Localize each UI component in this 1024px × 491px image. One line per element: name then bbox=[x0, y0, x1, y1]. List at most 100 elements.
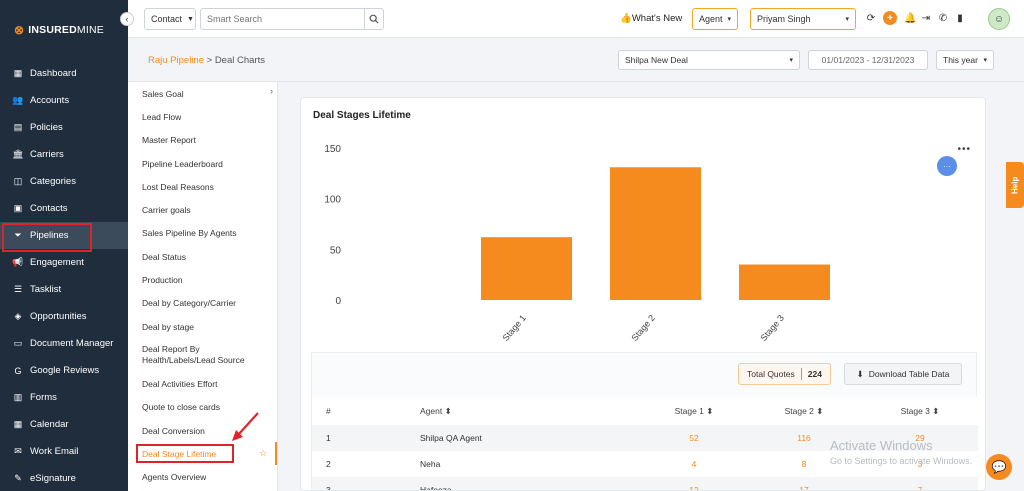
sidebar-item-label: Forms bbox=[30, 392, 57, 403]
col-header-stage2[interactable]: Stage 2 ⬍ bbox=[746, 397, 862, 425]
chevron-left-icon: ‹ bbox=[125, 14, 129, 24]
report-item-deal-stage-lifetime[interactable]: Deal Stage Lifetime ☆ bbox=[128, 442, 277, 466]
sidebar-item-engagement[interactable]: 📢 Engagement bbox=[0, 249, 128, 276]
report-item-label: Agents Overview bbox=[142, 472, 207, 483]
sidebar-item-label: Dashboard bbox=[30, 68, 77, 79]
report-item-sales-pipeline-by-agents[interactable]: Sales Pipeline By Agents bbox=[128, 222, 277, 245]
help-label: Help bbox=[1010, 176, 1020, 194]
logout-icon[interactable]: ⇥ bbox=[921, 13, 931, 24]
report-item-lost-deal-reasons[interactable]: Lost Deal Reasons bbox=[128, 175, 277, 198]
report-item-deal-status[interactable]: Deal Status bbox=[128, 245, 277, 268]
report-item-pipeline-leaderboard[interactable]: Pipeline Leaderboard bbox=[128, 152, 277, 175]
whats-new-label: What's New bbox=[631, 13, 683, 24]
contact-type-value: Contact bbox=[151, 14, 183, 24]
sidebar: ⊗ INSURED MINE ▦ Dashboard 👥 Accounts ▤ Polic… bbox=[0, 0, 128, 491]
col-header-agent[interactable]: Agent ⬍ bbox=[420, 397, 642, 425]
sidebar-item-label: Opportunities bbox=[30, 311, 87, 322]
whats-new-link[interactable]: 👍What's New bbox=[620, 13, 682, 24]
sidebar-item-categories[interactable]: ◫ Categories bbox=[0, 168, 128, 195]
sidebar-item-policies[interactable]: ▤ Policies bbox=[0, 114, 128, 141]
period-select[interactable]: This year ▾ bbox=[936, 50, 994, 70]
sidebar-collapse-button[interactable]: ‹ bbox=[120, 12, 134, 26]
sidebar-item-forms[interactable]: ▥ Forms bbox=[0, 384, 128, 411]
sidebar-item-document-manager[interactable]: ▭ Document Manager bbox=[0, 330, 128, 357]
date-range-input[interactable]: 01/01/2023 - 12/31/2023 bbox=[808, 50, 928, 70]
sidebar-item-label: Calendar bbox=[30, 419, 69, 430]
report-item-deal-activities-effort[interactable]: Deal Activities Effort bbox=[128, 372, 277, 395]
y-tick-label: 150 bbox=[324, 144, 341, 155]
sidebar-item-esignature[interactable]: ✎ eSignature bbox=[0, 465, 128, 491]
sidebar-item-label: Accounts bbox=[30, 95, 70, 106]
sidebar-item-label: eSignature bbox=[30, 473, 76, 484]
cell-number: 3 bbox=[312, 477, 420, 490]
brand-name-light: MINE bbox=[76, 24, 104, 36]
sidebar-item-label: Categories bbox=[30, 176, 76, 187]
report-item-label: Lead Flow bbox=[142, 111, 182, 122]
sidebar-item-opportunities[interactable]: ◈ Opportunities bbox=[0, 303, 128, 330]
highlight-box bbox=[136, 444, 234, 464]
cell-stage1: 12 bbox=[642, 477, 746, 490]
sidebar-item-accounts[interactable]: 👥 Accounts bbox=[0, 87, 128, 114]
star-icon[interactable]: ☆ bbox=[259, 448, 267, 459]
total-quotes-value: 224 bbox=[807, 369, 822, 379]
sidebar-item-contacts[interactable]: ▣ Contacts bbox=[0, 195, 128, 222]
sidebar-item-pipelines[interactable]: ⏷ Pipelines bbox=[0, 222, 128, 252]
role-select[interactable]: Agent ▾ bbox=[692, 8, 738, 30]
user-select[interactable]: Priyam Singh ▾ bbox=[750, 8, 856, 30]
sidebar-item-google-reviews[interactable]: G Google Reviews bbox=[0, 357, 128, 384]
sidebar-item-label: Document Manager bbox=[30, 338, 114, 349]
contact-type-select[interactable]: Contact ▼ bbox=[144, 8, 196, 30]
email-icon: ✉ bbox=[14, 446, 22, 456]
dashboard-icon: ▦ bbox=[13, 68, 23, 78]
sort-icon: ⬍ bbox=[816, 405, 824, 416]
role-value: Agent bbox=[699, 14, 723, 24]
bar-stage-1[interactable] bbox=[481, 237, 572, 300]
card-title: Deal Stages Lifetime bbox=[313, 110, 411, 121]
trash-icon[interactable]: ▮ bbox=[955, 13, 965, 24]
sidebar-item-calendar[interactable]: ▦ Calendar bbox=[0, 411, 128, 438]
cell-number: 2 bbox=[326, 459, 331, 469]
report-item-production[interactable]: Production bbox=[128, 268, 277, 291]
watermark-line2: Go to Settings to activate Windows. bbox=[830, 456, 973, 466]
report-item-sales-goal[interactable]: Sales Goal bbox=[128, 82, 277, 105]
bar-stage-3[interactable] bbox=[739, 264, 830, 300]
topbar: Contact ▼ 👍What's New Agent ▾ Priyam Sin… bbox=[128, 0, 1024, 38]
report-item-carrier-goals[interactable]: Carrier goals bbox=[128, 198, 277, 221]
annotation-arrow bbox=[232, 412, 259, 441]
chat-button[interactable]: 💬 bbox=[986, 454, 1012, 480]
page-header: Raju Pipeline > Deal Charts Shilpa New D… bbox=[128, 38, 1024, 82]
download-table-button[interactable]: ⬇ Download Table Data bbox=[844, 363, 962, 385]
user-avatar[interactable]: ☺ bbox=[988, 8, 1010, 30]
signature-icon: ✎ bbox=[14, 473, 22, 483]
report-item-lead-flow[interactable]: Lead Flow bbox=[128, 105, 277, 128]
report-item-label: Sales Goal bbox=[142, 88, 184, 99]
add-button[interactable]: + bbox=[883, 11, 897, 25]
phone-icon[interactable]: ✆ bbox=[938, 13, 948, 24]
col-header-stage3[interactable]: Stage 3 ⬍ bbox=[862, 397, 978, 425]
bell-icon[interactable]: 🔔 bbox=[904, 13, 916, 24]
report-item-label: Sales Pipeline By Agents bbox=[142, 228, 237, 239]
brand-logo[interactable]: ⊗ INSURED MINE bbox=[0, 0, 128, 60]
chevron-down-icon: ▼ bbox=[187, 15, 194, 23]
report-item-deal-by-category-carrier[interactable]: Deal by Category/Carrier bbox=[128, 292, 277, 315]
search-button[interactable] bbox=[364, 8, 384, 30]
refresh-icon[interactable]: ⟳ bbox=[866, 13, 876, 24]
cell-stage2: 17 bbox=[746, 477, 862, 490]
sidebar-item-carriers[interactable]: 🏛 Carriers bbox=[0, 141, 128, 168]
smart-search-input[interactable] bbox=[200, 8, 364, 30]
pipeline-value: Shilpa New Deal bbox=[625, 55, 688, 65]
col-header-stage1[interactable]: Stage 1 ⬍ bbox=[642, 397, 746, 425]
report-item-master-report[interactable]: Master Report bbox=[128, 129, 277, 152]
sidebar-item-work-email[interactable]: ✉ Work Email bbox=[0, 438, 128, 465]
x-tick-label: Stage 1 bbox=[500, 313, 528, 343]
sidebar-item-dashboard[interactable]: ▦ Dashboard bbox=[0, 60, 128, 87]
report-item-agents-overview[interactable]: Agents Overview bbox=[128, 465, 277, 488]
pipeline-select[interactable]: Shilpa New Deal ▾ bbox=[618, 50, 800, 70]
help-tab[interactable]: Help bbox=[1006, 162, 1024, 208]
sidebar-item-tasklist[interactable]: ☰ Tasklist bbox=[0, 276, 128, 303]
breadcrumb-pipeline-link[interactable]: Raju Pipeline bbox=[148, 55, 204, 66]
breadcrumb: Raju Pipeline > Deal Charts bbox=[148, 55, 265, 66]
bar-stage-2[interactable] bbox=[610, 167, 701, 300]
report-item-deal-report-by-health-labels-lead-source[interactable]: Deal Report By Health/Labels/Lead Source bbox=[128, 338, 277, 372]
report-item-deal-by-stage[interactable]: Deal by stage bbox=[128, 315, 277, 338]
